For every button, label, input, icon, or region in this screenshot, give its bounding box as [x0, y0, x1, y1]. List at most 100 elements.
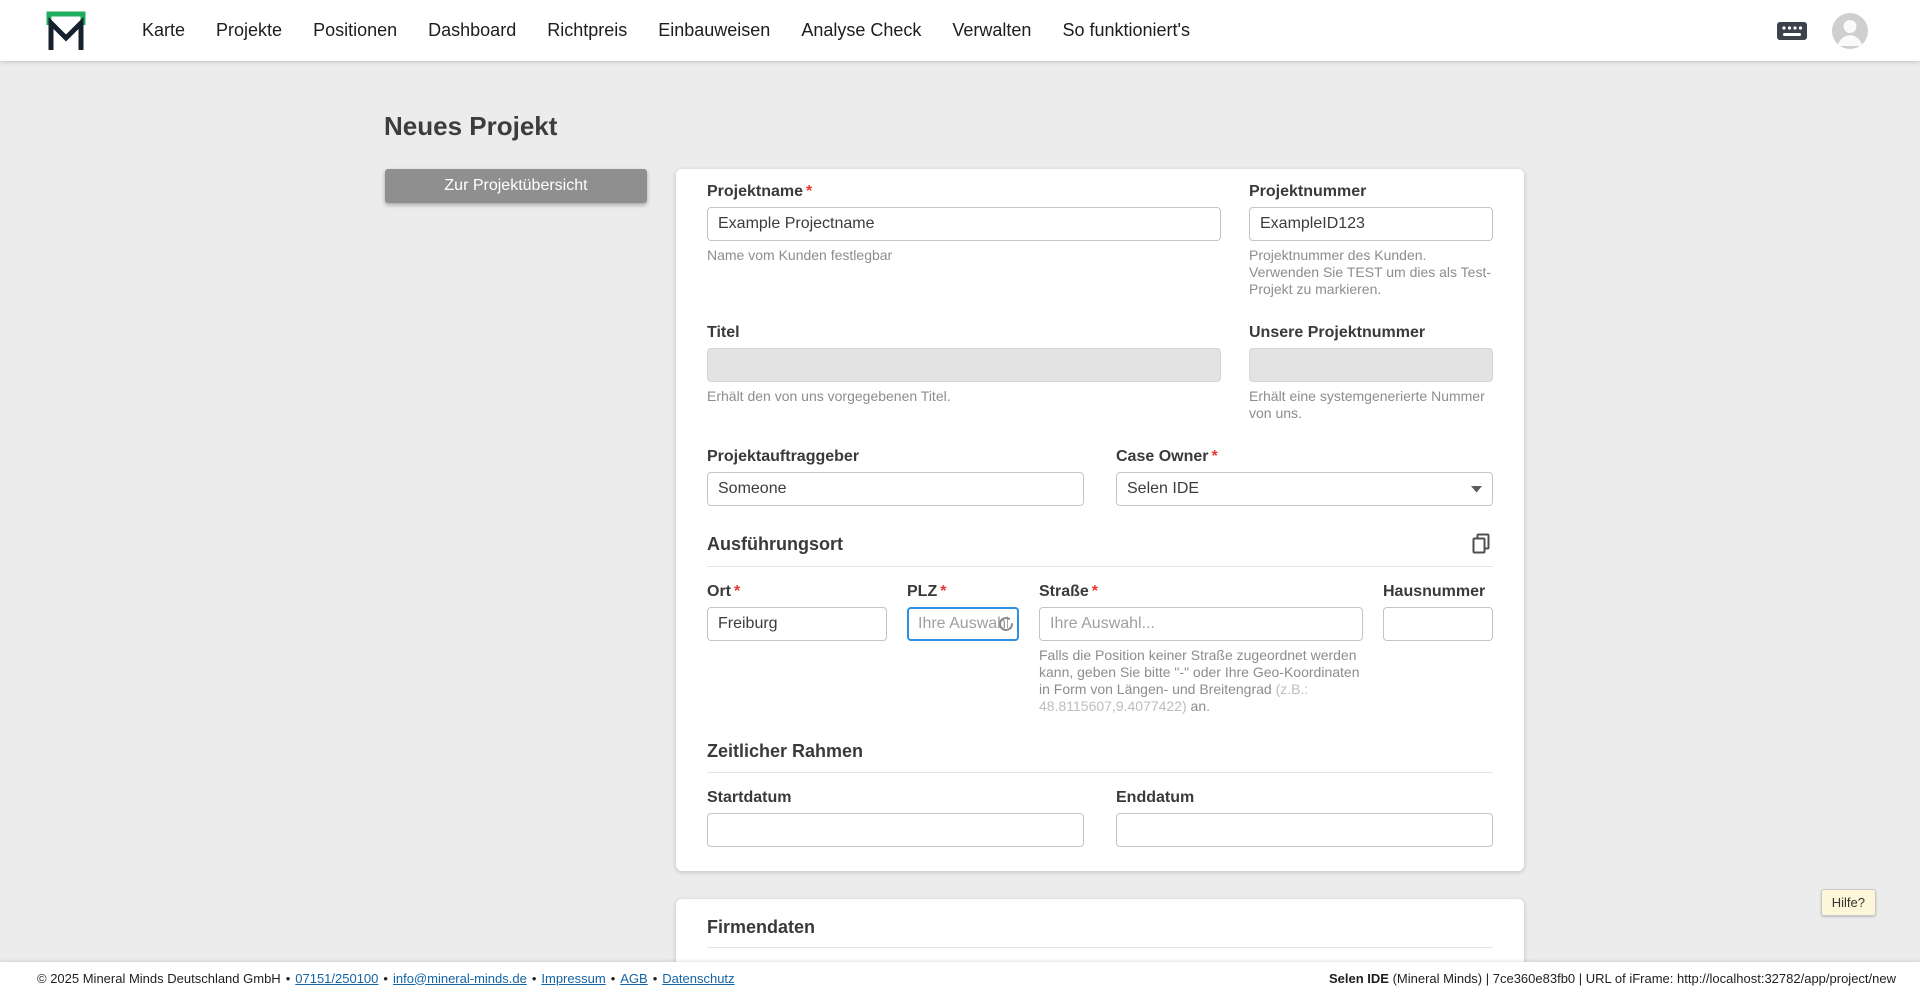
- case-owner-field: Case Owner * Selen IDE: [1116, 448, 1493, 506]
- user-avatar[interactable]: [1832, 12, 1868, 49]
- section-ausfuehrungsort-title: Ausführungsort: [707, 533, 843, 554]
- footer-separator: •: [285, 970, 291, 986]
- projektnummer-input[interactable]: [1249, 207, 1493, 241]
- unsere-projektnummer-input: [1249, 348, 1493, 382]
- required-asterisk: *: [806, 183, 813, 200]
- nav-item-richtpreis[interactable]: Richtpreis: [547, 20, 627, 41]
- footer-link-impressum[interactable]: Impressum: [541, 971, 605, 986]
- projektname-label: Projektname *: [707, 183, 1221, 201]
- case-owner-selected-value: Selen IDE: [1127, 480, 1200, 497]
- footer-link-email[interactable]: info@mineral-minds.de: [393, 971, 527, 986]
- projektnummer-field: Projektnummer Projektnummer des Kunden. …: [1249, 183, 1493, 298]
- required-asterisk: *: [734, 583, 741, 600]
- projektname-helper: Name vom Kunden festlegbar: [707, 247, 893, 263]
- hausnummer-label: Hausnummer: [1383, 583, 1486, 600]
- startdatum-label: Startdatum: [707, 789, 792, 806]
- nav-item-projekte[interactable]: Projekte: [216, 20, 282, 41]
- footer-link-phone[interactable]: 07151/250100: [295, 971, 378, 986]
- required-asterisk: *: [1211, 448, 1218, 465]
- footer: © 2025 Mineral Minds Deutschland GmbH • …: [0, 962, 1920, 994]
- page-content: Neues Projekt Zur Projektübersicht Proje…: [0, 61, 1920, 962]
- footer-link-agb[interactable]: AGB: [620, 971, 647, 986]
- required-asterisk: *: [940, 583, 947, 600]
- nav-right-icons: [1776, 12, 1868, 49]
- strasse-label-text: Straße: [1039, 583, 1089, 600]
- projektname-label-text: Projektname: [707, 183, 804, 200]
- strasse-helper-suffix: an.: [1186, 698, 1211, 714]
- section-ausfuehrungsort-header: Ausführungsort: [707, 532, 1493, 556]
- section-divider: [707, 566, 1493, 567]
- unsere-projektnummer-helper: Erhält eine systemgenerierte Nummer von …: [1249, 388, 1485, 421]
- projektauftraggeber-field: Projektauftraggeber: [707, 448, 1084, 506]
- case-owner-select[interactable]: Selen IDE: [1116, 472, 1493, 506]
- mineral-minds-logo[interactable]: [44, 9, 88, 53]
- strasse-helper: Falls die Position keiner Straße zugeord…: [1039, 647, 1363, 715]
- nav-item-so-funktionierts[interactable]: So funktioniert's: [1062, 20, 1190, 41]
- unsere-projektnummer-label: Unsere Projektnummer: [1249, 324, 1426, 341]
- top-navigation: Karte Projekte Positionen Dashboard Rich…: [0, 0, 1920, 61]
- footer-separator: •: [383, 970, 388, 986]
- enddatum-field: Enddatum: [1116, 789, 1493, 847]
- footer-separator: •: [531, 970, 537, 986]
- plz-label-text: PLZ: [907, 583, 938, 600]
- footer-session-text: (Mineral Minds) | 7ce360e83fb0 | URL of …: [1388, 970, 1896, 986]
- strasse-helper-main: Falls die Position keiner Straße zugeord…: [1039, 647, 1360, 697]
- case-owner-label-text: Case Owner: [1116, 448, 1209, 465]
- projektnummer-label: Projektnummer: [1249, 183, 1367, 200]
- projektauftraggeber-label: Projektauftraggeber: [707, 448, 860, 465]
- help-button[interactable]: Hilfe?: [1820, 889, 1876, 916]
- hausnummer-field: Hausnummer: [1383, 583, 1493, 715]
- titel-field: Titel Erhält den von uns vorgegebenen Ti…: [707, 324, 1221, 422]
- projektname-field: Projektname* Name vom Kunden festlegbar: [707, 183, 1221, 298]
- titel-label: Titel: [707, 324, 740, 341]
- unsere-projektnummer-field: Unsere Projektnummer Erhält eine systemg…: [1249, 324, 1493, 422]
- nav-links: Karte Projekte Positionen Dashboard Rich…: [142, 20, 1190, 41]
- startdatum-input[interactable]: [707, 813, 1084, 847]
- titel-input: [707, 348, 1221, 382]
- form-row-dates: Startdatum Enddatum: [707, 789, 1493, 847]
- copy-location-button[interactable]: [1469, 532, 1493, 556]
- plz-label: PLZ *: [907, 583, 1019, 601]
- ort-input[interactable]: [707, 607, 887, 641]
- projektname-input[interactable]: [707, 207, 1221, 241]
- section-divider: [707, 772, 1493, 773]
- projektauftraggeber-input[interactable]: [707, 472, 1084, 506]
- startdatum-field: Startdatum: [707, 789, 1084, 847]
- form-cards-column: Projektname* Name vom Kunden festlegbar …: [676, 169, 1524, 962]
- strasse-label: Straße *: [1039, 583, 1363, 601]
- nav-item-analyse-check[interactable]: Analyse Check: [801, 20, 921, 41]
- enddatum-input[interactable]: [1116, 813, 1493, 847]
- nav-item-positionen[interactable]: Positionen: [313, 20, 397, 41]
- section-zeitlicher-rahmen-title: Zeitlicher Rahmen: [707, 741, 864, 761]
- form-row-location: Ort* PLZ*: [707, 583, 1493, 715]
- footer-user-name: Selen IDE: [1328, 970, 1389, 986]
- footer-separator: •: [652, 970, 658, 986]
- person-icon: [1837, 19, 1863, 46]
- form-row-name-number: Projektname* Name vom Kunden festlegbar …: [707, 183, 1493, 298]
- nav-item-dashboard[interactable]: Dashboard: [428, 20, 516, 41]
- section-divider: [707, 947, 1493, 948]
- plz-input-wrap: [907, 607, 1019, 641]
- footer-link-datenschutz[interactable]: Datenschutz: [662, 971, 734, 986]
- back-to-projects-button[interactable]: Zur Projektübersicht: [385, 169, 647, 203]
- plz-field: PLZ *: [907, 583, 1019, 715]
- section-firmendaten-title: Firmendaten: [707, 917, 816, 937]
- copy-icon: [1472, 533, 1490, 554]
- form-row-title-ournumber: Titel Erhält den von uns vorgegebenen Ti…: [707, 324, 1493, 422]
- ort-field: Ort *: [707, 583, 887, 715]
- keyboard-icon[interactable]: [1776, 19, 1808, 43]
- case-owner-label: Case Owner *: [1116, 448, 1493, 466]
- page-title: Neues Projekt: [384, 111, 558, 141]
- footer-separator: •: [610, 970, 616, 986]
- hausnummer-input[interactable]: [1383, 607, 1493, 641]
- footer-left: © 2025 Mineral Minds Deutschland GmbH • …: [37, 971, 735, 986]
- strasse-input[interactable]: [1039, 607, 1363, 641]
- nav-item-einbauweisen[interactable]: Einbauweisen: [658, 20, 770, 41]
- nav-item-karte[interactable]: Karte: [142, 20, 185, 41]
- footer-session-info: Selen IDE (Mineral Minds) | 7ce360e83fb0…: [1329, 971, 1896, 986]
- projektnummer-helper: Projektnummer des Kunden. Verwenden Sie …: [1249, 247, 1492, 297]
- chevron-down-icon: [1471, 485, 1482, 492]
- project-form-card: Projektname* Name vom Kunden festlegbar …: [676, 169, 1524, 871]
- form-row-client-owner: Projektauftraggeber Case Owner* Selen ID…: [707, 448, 1493, 506]
- nav-item-verwalten[interactable]: Verwalten: [952, 20, 1031, 41]
